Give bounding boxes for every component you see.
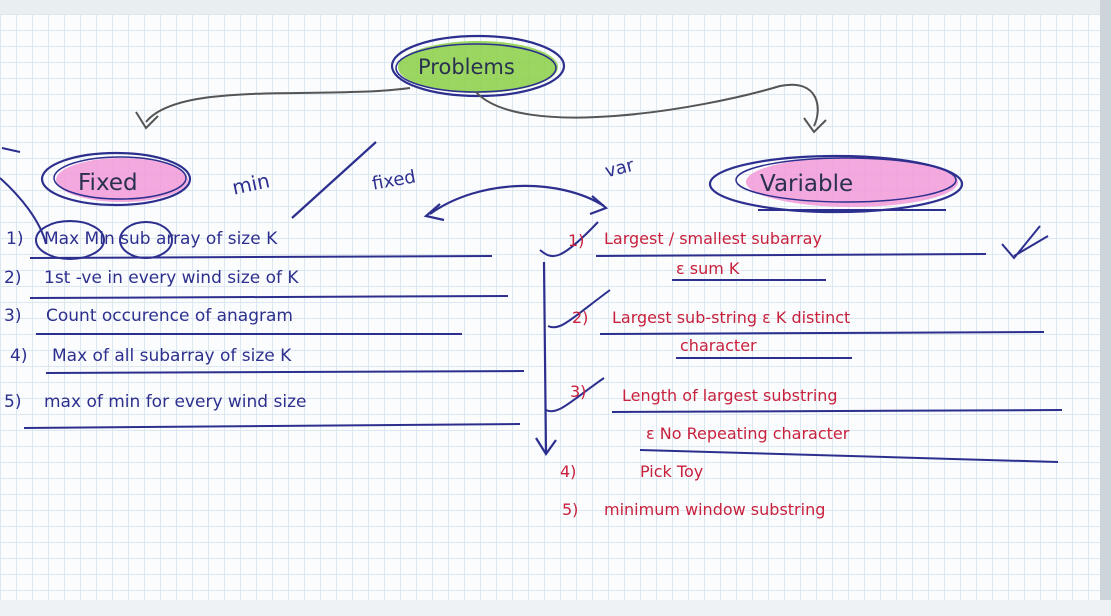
fixed-item-1: Max Min sub array of size K — [44, 229, 278, 249]
window-edge-bottom — [0, 600, 1111, 616]
variable-item-3: Length of largest substring — [622, 386, 838, 405]
variable-item-2-number: 2) — [572, 308, 589, 327]
fixed-item-4-number: 4) — [10, 346, 28, 366]
fixed-item-5: max of min for every wind size — [44, 392, 307, 412]
variable-item-5-number: 5) — [562, 500, 579, 519]
fixed-item-5-number: 5) — [4, 392, 22, 412]
problems-node-label: Problems — [418, 55, 515, 79]
variable-item-2: Largest sub-string ε K distinct — [612, 308, 851, 327]
variable-item-5: minimum window substring — [604, 500, 826, 519]
window-edge-right — [1100, 0, 1111, 616]
variable-item-1: Largest / smallest subarray — [604, 229, 822, 248]
variable-node-label: Variable — [760, 171, 854, 197]
fixed-item-1-number: 1) — [6, 229, 24, 249]
fixed-item-2: 1st -ve in every wind size of K — [44, 268, 299, 288]
variable-item-1-line2: ε sum K — [676, 259, 740, 278]
variable-item-4: Pick Toy — [640, 462, 704, 481]
variable-item-3-line2: ε No Repeating character — [646, 424, 850, 443]
fixed-item-3-number: 3) — [4, 306, 22, 326]
variable-item-2-line2: character — [680, 336, 757, 355]
fixed-node-label: Fixed — [78, 170, 138, 196]
variable-item-3-number: 3) — [570, 382, 587, 401]
variable-item-1-number: 1) — [568, 231, 585, 250]
fixed-item-4: Max of all subarray of size K — [52, 346, 292, 366]
variable-item-4-number: 4) — [560, 462, 577, 481]
fixed-item-3: Count occurence of anagram — [46, 306, 293, 326]
fixed-item-2-number: 2) — [4, 268, 22, 288]
